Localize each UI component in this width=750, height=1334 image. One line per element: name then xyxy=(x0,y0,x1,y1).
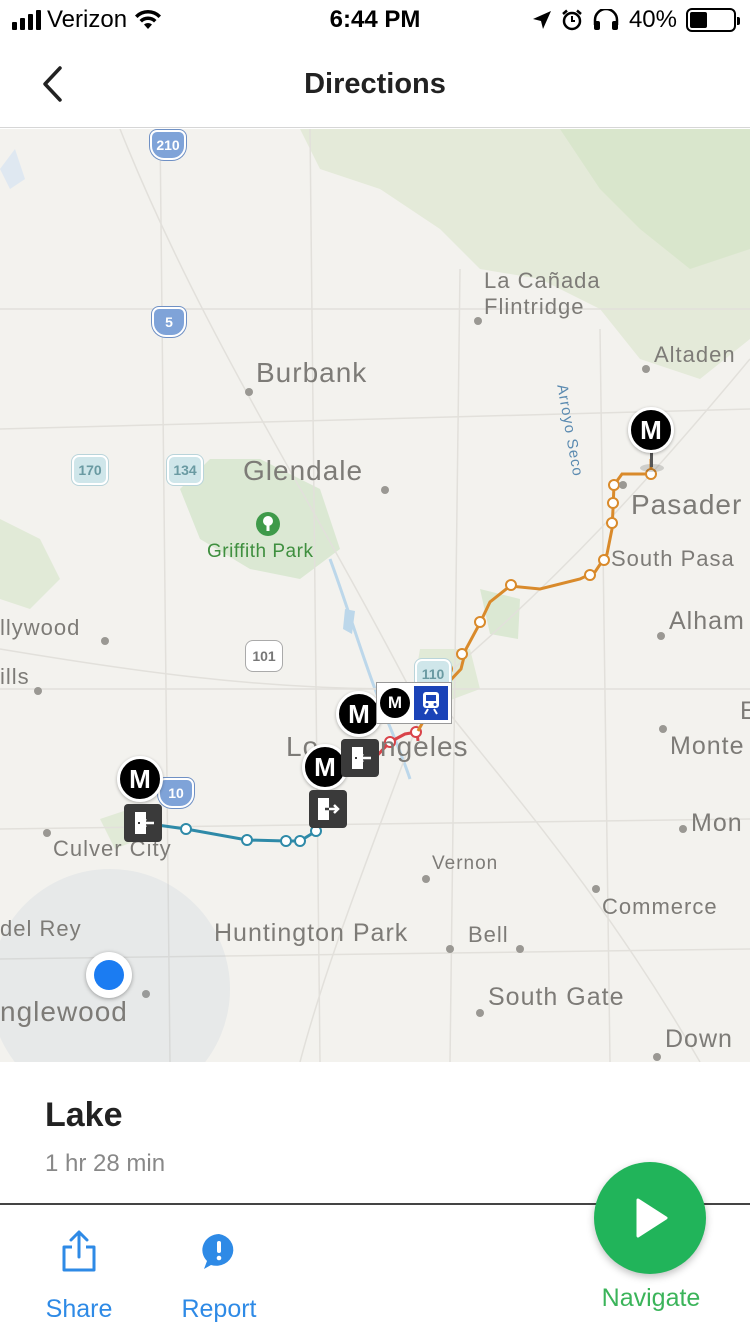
highway-shield: 10 xyxy=(158,778,194,808)
page-title: Directions xyxy=(304,68,446,100)
metro-marker-icon[interactable]: M xyxy=(628,407,674,453)
share-button[interactable]: Share xyxy=(38,1205,120,1334)
highway-shield: 210 xyxy=(150,130,186,160)
report-icon xyxy=(202,1234,234,1269)
place-label: Flintridge xyxy=(484,294,585,319)
current-location-icon xyxy=(86,952,132,998)
place-label: South Gate xyxy=(488,983,625,1011)
station-transfer-badge[interactable]: M xyxy=(376,682,452,724)
battery-percent: 40% xyxy=(628,6,677,33)
place-label: Altaden xyxy=(654,342,736,367)
park-label: Griffith Park xyxy=(207,541,314,562)
train-icon xyxy=(414,686,448,720)
highway-shield: 5 xyxy=(152,307,186,337)
headphones-icon xyxy=(593,9,619,30)
play-icon xyxy=(636,1198,668,1238)
place-label: E xyxy=(740,697,750,725)
place-label: Down xyxy=(665,1025,733,1053)
place-label: Alham xyxy=(669,607,745,635)
place-label: Commerce xyxy=(602,894,718,919)
route-duration: 1 hr 28 min xyxy=(45,1150,166,1177)
report-button[interactable]: Report xyxy=(172,1205,266,1334)
place-label: Mon xyxy=(691,809,743,837)
enter-station-icon[interactable] xyxy=(341,739,379,777)
park-tree-icon xyxy=(256,512,280,536)
place-label: Huntington Park xyxy=(214,919,409,947)
navigate-button[interactable] xyxy=(594,1162,706,1274)
place-label: ills xyxy=(0,664,30,689)
place-label: Pasader xyxy=(631,489,743,520)
place-label: La Cañada xyxy=(484,268,601,293)
place-label: nglewood xyxy=(0,996,128,1027)
route-name: Lake xyxy=(45,1096,123,1134)
alarm-icon xyxy=(562,9,582,31)
map-view[interactable]: La Cañada Flintridge Altaden Burbank Arr… xyxy=(0,129,750,1062)
status-bar: Verizon 6:44 PM 40% xyxy=(0,0,750,40)
place-label: del Rey xyxy=(0,916,82,941)
battery-fill xyxy=(690,12,707,28)
place-label: Vernon xyxy=(432,853,499,874)
exit-station-icon[interactable] xyxy=(309,790,347,828)
share-label: Share xyxy=(45,1295,113,1323)
metro-marker-icon: M xyxy=(380,688,410,718)
place-label: Burbank xyxy=(256,357,368,388)
metro-marker-icon[interactable]: M xyxy=(117,756,163,802)
highway-shield: 101 xyxy=(246,641,282,671)
report-label: Report xyxy=(181,1295,257,1323)
enter-station-icon[interactable] xyxy=(124,804,162,842)
place-label: Glendale xyxy=(243,455,364,486)
share-icon xyxy=(62,1230,96,1272)
highway-shield: 134 xyxy=(167,455,203,485)
navigate-label[interactable]: Navigate xyxy=(596,1284,706,1313)
place-label: Monte xyxy=(670,732,745,760)
status-right: 40% xyxy=(532,6,740,34)
navigation-bar: Directions xyxy=(0,40,750,128)
location-arrow-icon xyxy=(532,11,551,29)
place-label: ngeles xyxy=(380,731,469,762)
highway-shield: 170 xyxy=(72,455,108,485)
place-label: South Pasa xyxy=(611,546,735,571)
battery-icon xyxy=(686,8,740,32)
place-label: llywood xyxy=(0,615,81,640)
place-label: Bell xyxy=(468,922,509,947)
